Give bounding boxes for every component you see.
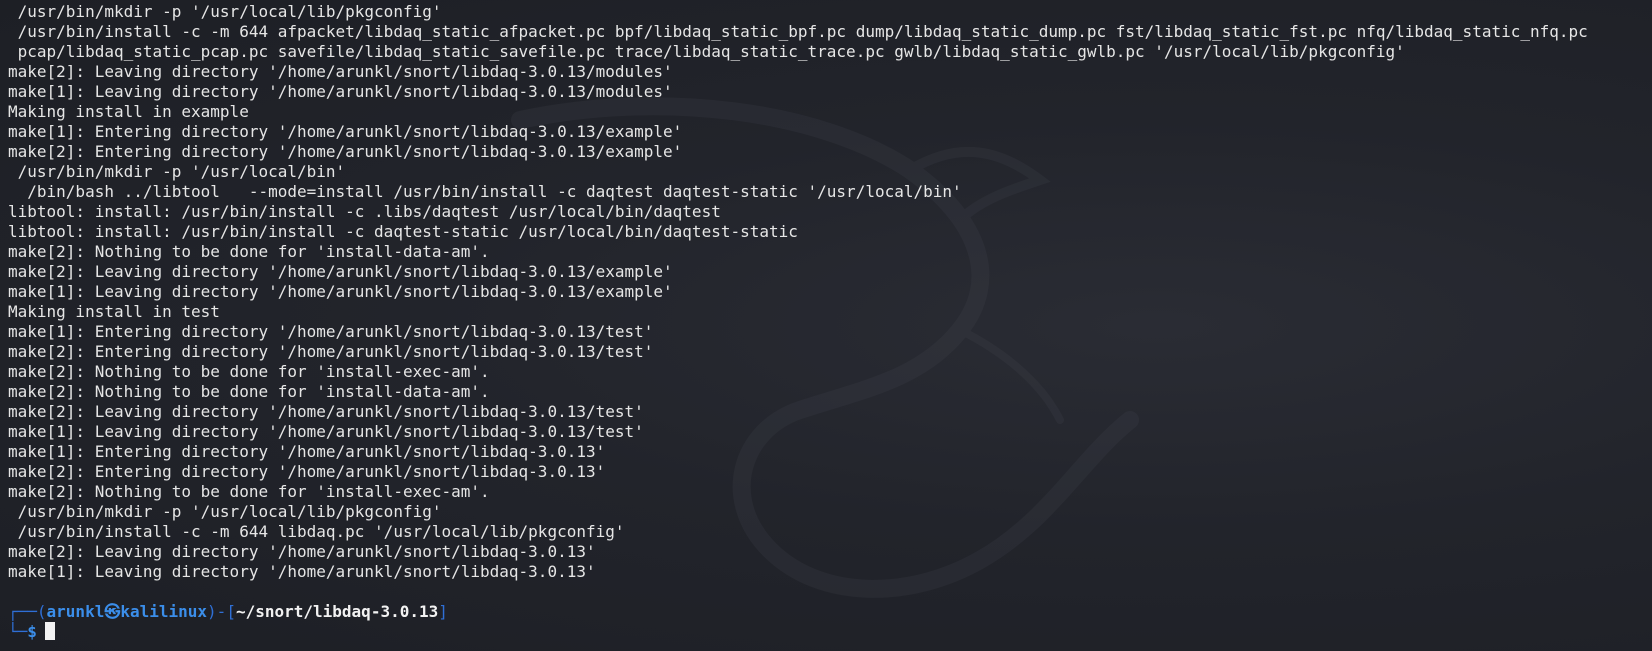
prompt-frame-bottom: └─ xyxy=(8,622,28,641)
output-line: libtool: install: /usr/bin/install -c da… xyxy=(8,222,798,241)
output-line: make[2]: Leaving directory '/home/arunkl… xyxy=(8,62,673,81)
prompt-frame-mid: )-[ xyxy=(207,602,236,621)
output-line: /usr/bin/mkdir -p '/usr/local/bin' xyxy=(8,162,346,181)
output-line: make[1]: Leaving directory '/home/arunkl… xyxy=(8,422,644,441)
prompt-cwd: ~/snort/libdaq-3.0.13 xyxy=(235,602,439,621)
output-line: make[2]: Entering directory '/home/arunk… xyxy=(8,142,683,161)
output-line: Making install in test xyxy=(8,302,220,321)
prompt-frame-end: ] xyxy=(438,602,448,621)
output-line: /usr/bin/install -c -m 644 libdaq.pc '/u… xyxy=(8,522,625,541)
output-line: make[1]: Entering directory '/home/arunk… xyxy=(8,442,606,461)
output-line: make[2]: Nothing to be done for 'install… xyxy=(8,382,490,401)
output-line: make[2]: Entering directory '/home/arunk… xyxy=(8,342,654,361)
output-line: make[2]: Leaving directory '/home/arunkl… xyxy=(8,402,644,421)
output-line: pcap/libdaq_static_pcap.pc savefile/libd… xyxy=(8,42,1405,61)
output-line: make[1]: Leaving directory '/home/arunkl… xyxy=(8,562,596,581)
text-cursor[interactable] xyxy=(44,622,55,640)
terminal-window[interactable]: /usr/bin/mkdir -p '/usr/local/lib/pkgcon… xyxy=(0,0,1652,651)
output-line: /usr/bin/mkdir -p '/usr/local/lib/pkgcon… xyxy=(8,2,442,21)
terminal-output: /usr/bin/mkdir -p '/usr/local/lib/pkgcon… xyxy=(8,2,1588,642)
output-line: make[1]: Leaving directory '/home/arunkl… xyxy=(8,82,673,101)
prompt-header: ┌──(arunkl㉿kalilinux)-[~/snort/libdaq-3.… xyxy=(8,602,1588,622)
output-line: make[2]: Nothing to be done for 'install… xyxy=(8,242,490,261)
output-line: make[2]: Entering directory '/home/arunk… xyxy=(8,462,606,481)
prompt-frame-top: ┌──( xyxy=(8,602,47,621)
output-line: /usr/bin/install -c -m 644 afpacket/libd… xyxy=(8,22,1588,41)
output-line: make[1]: Entering directory '/home/arunk… xyxy=(8,322,654,341)
output-line: make[2]: Leaving directory '/home/arunkl… xyxy=(8,542,596,561)
output-line: make[2]: Nothing to be done for 'install… xyxy=(8,482,490,501)
output-line: make[2]: Nothing to be done for 'install… xyxy=(8,362,490,381)
output-line: Making install in example xyxy=(8,102,249,121)
prompt-skull-icon: ㉿ xyxy=(104,602,121,621)
prompt-symbol: $ xyxy=(27,622,37,641)
output-line: make[2]: Leaving directory '/home/arunkl… xyxy=(8,262,673,281)
prompt-host: kalilinux xyxy=(120,602,208,621)
output-line: /usr/bin/mkdir -p '/usr/local/lib/pkgcon… xyxy=(8,502,442,521)
output-line: make[1]: Leaving directory '/home/arunkl… xyxy=(8,282,673,301)
output-line: make[1]: Entering directory '/home/arunk… xyxy=(8,122,683,141)
prompt-input-line[interactable]: └─$ xyxy=(8,622,1588,642)
output-line: /bin/bash ../libtool --mode=install /usr… xyxy=(8,182,962,201)
prompt-user: arunkl xyxy=(46,602,105,621)
output-line: libtool: install: /usr/bin/install -c .l… xyxy=(8,202,721,221)
